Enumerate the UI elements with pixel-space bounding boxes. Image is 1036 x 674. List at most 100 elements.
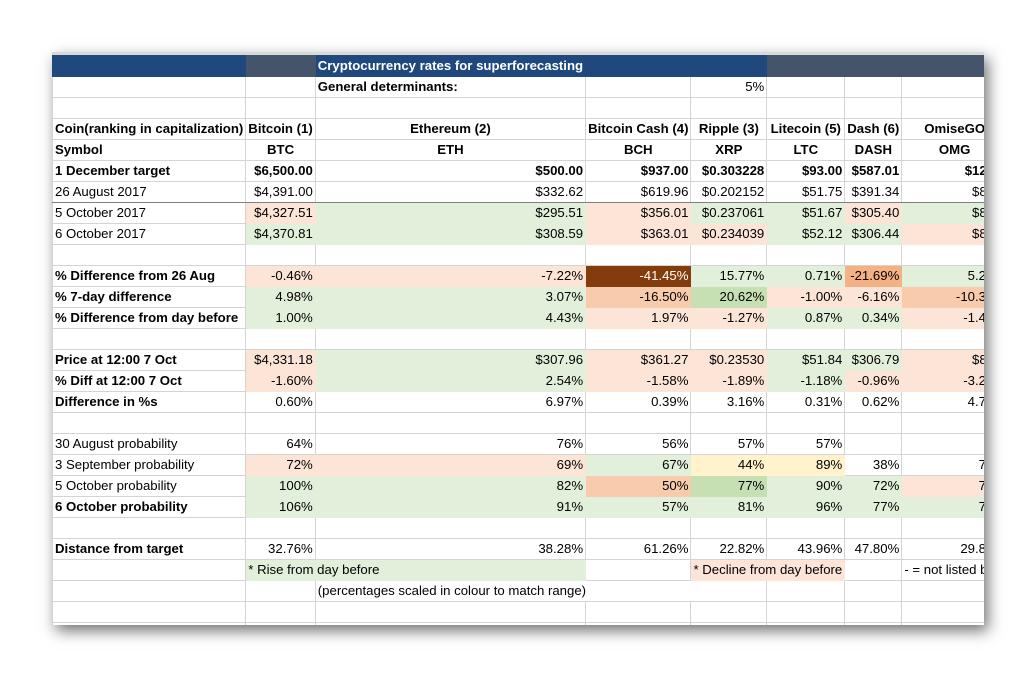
- data-cell[interactable]: 0.87%: [766, 307, 846, 329]
- row-label-cell[interactable]: % Difference from 26 Aug: [52, 265, 247, 287]
- data-cell[interactable]: $306.44: [844, 223, 903, 245]
- data-cell[interactable]: * Rise from day before: [245, 559, 587, 581]
- data-cell[interactable]: [901, 622, 984, 625]
- row-label-cell[interactable]: [52, 328, 247, 350]
- data-cell[interactable]: General determinants:: [314, 76, 587, 98]
- row-label-cell[interactable]: [52, 244, 247, 266]
- data-cell[interactable]: 44%: [690, 454, 768, 476]
- data-cell[interactable]: 6.97%: [314, 391, 587, 413]
- data-cell[interactable]: 73%: [901, 475, 984, 497]
- data-cell[interactable]: 4.43%: [314, 307, 587, 329]
- data-cell[interactable]: $937.00: [585, 160, 692, 182]
- row-label-cell[interactable]: 1 December target: [52, 160, 247, 182]
- data-cell[interactable]: 47.80%: [844, 538, 903, 560]
- data-cell[interactable]: 0.60%: [245, 391, 316, 413]
- data-cell[interactable]: $306.79: [844, 349, 903, 371]
- row-label-cell[interactable]: [52, 55, 247, 77]
- data-cell[interactable]: 91%: [314, 496, 587, 518]
- data-cell[interactable]: -7.22%: [314, 265, 587, 287]
- row-label-cell[interactable]: [52, 601, 247, 623]
- data-cell[interactable]: [844, 622, 903, 625]
- data-cell[interactable]: [844, 517, 903, 539]
- data-cell[interactable]: [245, 328, 316, 350]
- data-cell[interactable]: [690, 244, 768, 266]
- data-cell[interactable]: 57%: [690, 433, 768, 455]
- data-cell[interactable]: $51.75: [766, 181, 846, 203]
- data-cell[interactable]: 82%: [314, 475, 587, 497]
- data-cell[interactable]: $0.237061: [690, 202, 768, 224]
- row-label-cell[interactable]: 3 September probability: [52, 454, 247, 476]
- data-cell[interactable]: [585, 97, 692, 119]
- data-cell[interactable]: 3.16%: [690, 391, 768, 413]
- data-cell[interactable]: 4.75%: [901, 391, 984, 413]
- data-cell[interactable]: Bitcoin (1): [245, 118, 316, 140]
- data-cell[interactable]: -0.46%: [245, 265, 316, 287]
- data-cell[interactable]: $305.40: [844, 202, 903, 224]
- data-cell[interactable]: 3.07%: [314, 286, 587, 308]
- row-label-cell[interactable]: [52, 580, 247, 602]
- data-cell[interactable]: $12.35: [901, 160, 984, 182]
- data-cell[interactable]: [844, 412, 903, 434]
- data-cell[interactable]: 77%: [901, 496, 984, 518]
- data-cell[interactable]: -41.45%: [585, 265, 692, 287]
- data-cell[interactable]: [245, 412, 316, 434]
- data-cell[interactable]: -1.00%: [766, 286, 846, 308]
- data-cell[interactable]: [585, 622, 692, 625]
- data-cell[interactable]: [844, 76, 903, 98]
- data-cell[interactable]: $500.00: [314, 160, 587, 182]
- data-cell[interactable]: [585, 517, 692, 539]
- data-cell[interactable]: 56%: [585, 433, 692, 455]
- data-cell[interactable]: [245, 55, 316, 77]
- data-cell[interactable]: [901, 55, 984, 77]
- row-label-cell[interactable]: 5 October probability: [52, 475, 247, 497]
- data-cell[interactable]: 0.39%: [585, 391, 692, 413]
- row-label-cell[interactable]: % 7-day difference: [52, 286, 247, 308]
- data-cell[interactable]: [690, 55, 768, 77]
- data-cell[interactable]: [585, 601, 692, 623]
- row-label-cell[interactable]: Price at 12:00 7 Oct: [52, 349, 247, 371]
- row-label-cell[interactable]: Distance from target: [52, 538, 247, 560]
- data-cell[interactable]: [585, 328, 692, 350]
- data-cell[interactable]: 38.28%: [314, 538, 587, 560]
- data-cell[interactable]: Cryptocurrency rates for superforecastin…: [314, 55, 587, 77]
- data-cell[interactable]: OMG: [901, 139, 984, 161]
- data-cell[interactable]: DASH: [844, 139, 903, 161]
- data-cell[interactable]: $356.01: [585, 202, 692, 224]
- data-cell[interactable]: -21.69%: [844, 265, 903, 287]
- data-cell[interactable]: [585, 55, 692, 77]
- data-cell[interactable]: 81%: [690, 496, 768, 518]
- data-cell[interactable]: 72%: [245, 454, 316, 476]
- data-cell[interactable]: [844, 601, 903, 623]
- row-label-cell[interactable]: [52, 97, 247, 119]
- data-cell[interactable]: 76%: [314, 433, 587, 455]
- data-cell[interactable]: [844, 559, 903, 581]
- data-cell[interactable]: [766, 55, 846, 77]
- data-cell[interactable]: 0.34%: [844, 307, 903, 329]
- data-cell[interactable]: [245, 517, 316, 539]
- data-cell[interactable]: Dash (6): [844, 118, 903, 140]
- data-cell[interactable]: $308.59: [314, 223, 587, 245]
- data-cell[interactable]: 96%: [766, 496, 846, 518]
- data-cell[interactable]: BTC: [245, 139, 316, 161]
- row-label-cell[interactable]: [52, 517, 247, 539]
- data-cell[interactable]: [245, 244, 316, 266]
- data-cell[interactable]: [766, 580, 846, 602]
- data-cell[interactable]: Ripple (3): [690, 118, 768, 140]
- data-cell[interactable]: 5.22%: [901, 265, 984, 287]
- data-cell[interactable]: 2.54%: [314, 370, 587, 392]
- data-cell[interactable]: $391.34: [844, 181, 903, 203]
- data-cell[interactable]: [901, 97, 984, 119]
- data-cell[interactable]: [901, 517, 984, 539]
- data-cell[interactable]: -6.16%: [844, 286, 903, 308]
- data-cell[interactable]: 1.97%: [585, 307, 692, 329]
- data-cell[interactable]: 32.76%: [245, 538, 316, 560]
- data-cell[interactable]: $93.00: [766, 160, 846, 182]
- data-cell[interactable]: 77%: [690, 475, 768, 497]
- data-cell[interactable]: 61.26%: [585, 538, 692, 560]
- data-cell[interactable]: 15.77%: [690, 265, 768, 287]
- row-label-cell[interactable]: [52, 76, 247, 98]
- row-label-cell[interactable]: % Difference from day before: [52, 307, 247, 329]
- data-cell[interactable]: [314, 517, 587, 539]
- data-cell[interactable]: [844, 580, 903, 602]
- data-cell[interactable]: [585, 76, 692, 98]
